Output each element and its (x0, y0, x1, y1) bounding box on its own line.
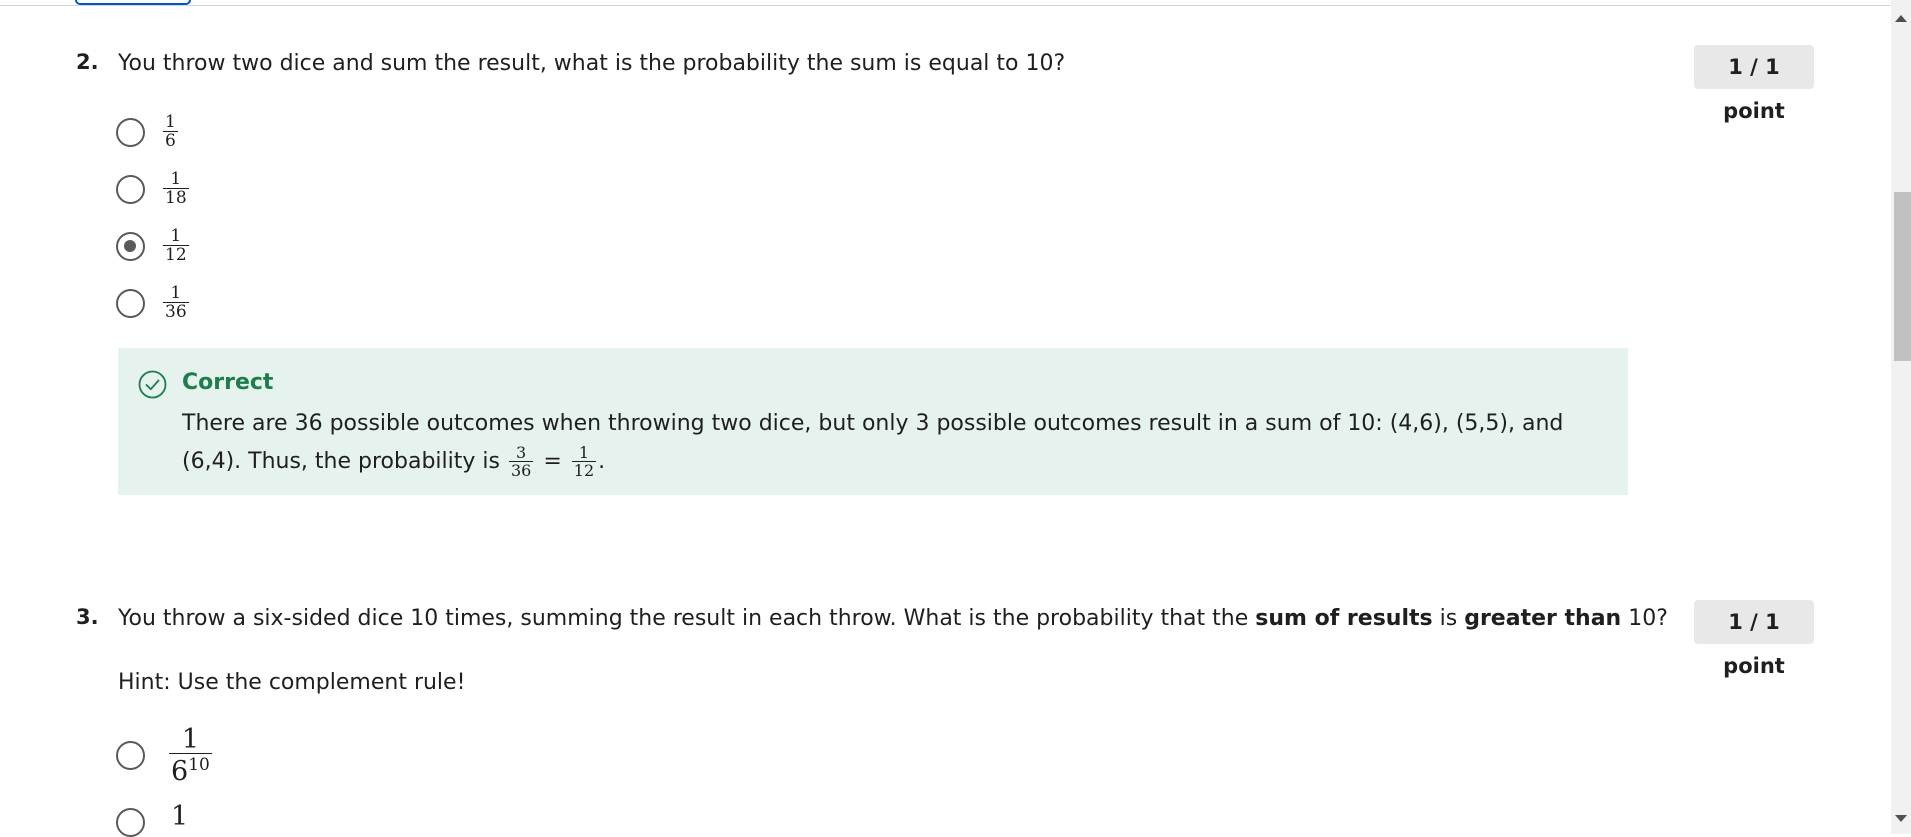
q2-option-1[interactable]: 16 (116, 114, 178, 150)
feedback-correct: Correct There are 36 possible outcomes w… (118, 348, 1628, 495)
q2-option-3[interactable]: 1 12 (116, 228, 189, 264)
radio-button[interactable] (116, 741, 145, 770)
option-fraction: 1 12 (163, 226, 189, 265)
question-3-number: 3. (76, 605, 99, 629)
q3-option-1[interactable]: 1 610 (116, 726, 212, 785)
scroll-down-arrow-icon[interactable] (1895, 815, 1907, 822)
radio-button[interactable] (116, 174, 145, 204)
scroll-up-arrow-icon[interactable] (1895, 15, 1907, 22)
check-circle-icon (138, 370, 167, 399)
feedback-explanation: There are 36 possible outcomes when thro… (182, 411, 1564, 480)
option-fraction: 1 18 (163, 169, 189, 208)
option-fraction: 1 36 (163, 283, 189, 322)
option-fraction: 1 (171, 801, 189, 832)
radio-button[interactable] (116, 808, 145, 837)
question-3-points: 1 / 1 point (1694, 600, 1814, 678)
option-fraction: 1 610 (169, 724, 212, 787)
feedback-fraction-1: 3 36 (508, 443, 534, 480)
top-divider (0, 5, 1891, 6)
feedback-title: Correct (182, 370, 274, 395)
radio-button-selected[interactable] (116, 231, 145, 261)
vertical-scrollbar[interactable] (1891, 0, 1911, 834)
q2-option-4[interactable]: 1 36 (116, 285, 189, 321)
question-2-text: You throw two dice and sum the result, w… (118, 51, 1066, 76)
q2-option-2[interactable]: 1 18 (116, 171, 189, 207)
scroll-thumb[interactable] (1894, 192, 1911, 361)
feedback-fraction-2: 1 12 (571, 443, 597, 480)
q3-option-2[interactable]: 1 (116, 803, 190, 837)
question-3-hint: Hint: Use the complement rule! (118, 670, 466, 695)
radio-button[interactable] (116, 117, 145, 147)
radio-button[interactable] (116, 288, 145, 318)
option-fraction: 16 (163, 112, 178, 151)
question-2-number: 2. (76, 50, 99, 74)
previous-element-edge (75, 0, 191, 5)
question-2-points: 1 / 1 point (1694, 45, 1814, 123)
question-3-text: You throw a six-sided dice 10 times, sum… (118, 606, 1668, 631)
